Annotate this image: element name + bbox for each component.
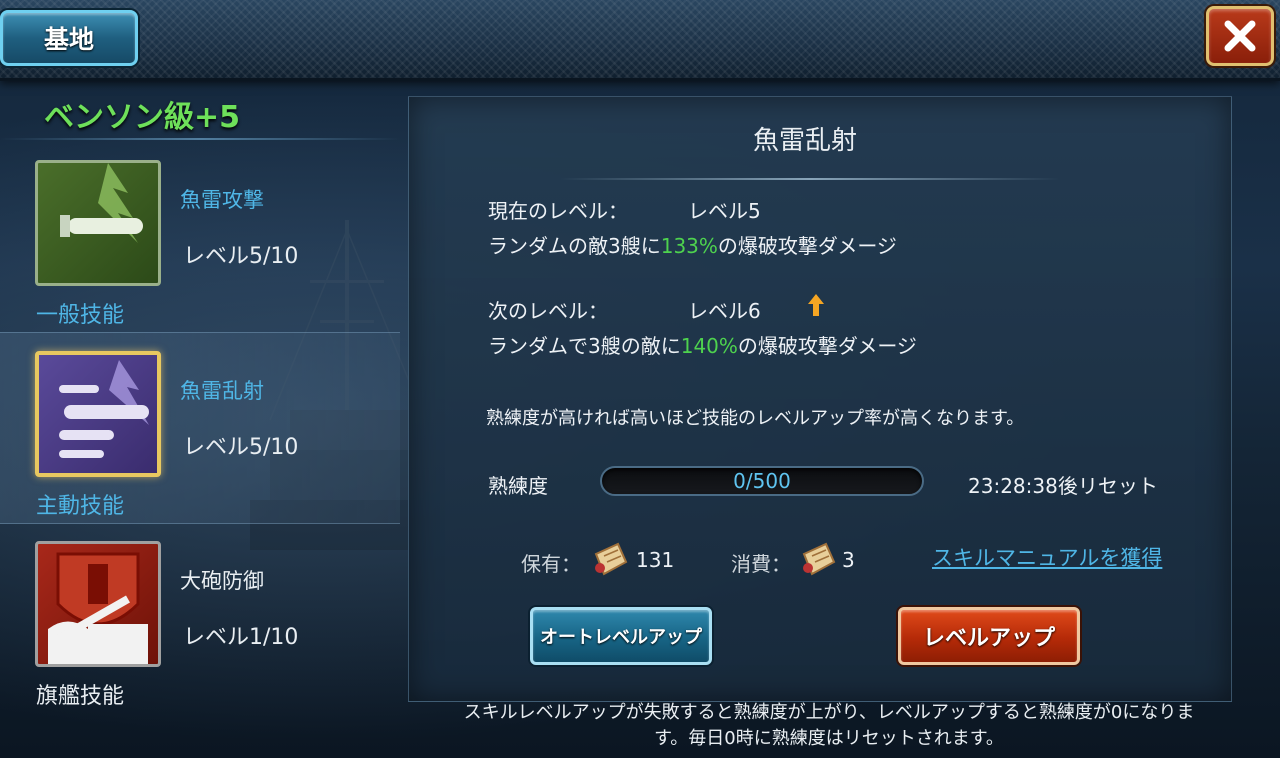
footer-note: スキルレベルアップが失敗すると熟練度が上がり、レベルアップすると熟練度が0になり… [400,700,1258,752]
skill-level: レベル1/10 [183,625,299,650]
skill-category: 旗艦技能 [36,684,125,709]
scroll-icon [594,542,628,576]
skill-name: 魚雷乱射 [180,379,264,403]
proficiency-value: 0/500 [733,469,791,493]
top-bar [0,0,1280,81]
skill-row-torpedo-attack[interactable]: 魚雷攻撃 レベル5/10 一般技能 [0,160,400,350]
levelup-button[interactable]: レベルアップ [898,607,1080,665]
title-divider [560,178,1060,180]
reset-timer: 23:28:38後リセット [968,474,1158,498]
cost-label: 消費： [731,552,791,576]
skill-row-cannon-defense[interactable]: 大砲防御 レベル1/10 旗艦技能 [0,541,400,731]
current-level-value: レベル5 [688,199,761,223]
proficiency-bar: 0/500 [600,466,924,496]
owned-label: 保有： [521,552,581,576]
current-level-label: 現在のレベル： [488,199,628,223]
next-level-label: 次のレベル： [488,299,608,323]
skill-category: 主動技能 [36,494,125,519]
scroll-icon [802,542,836,576]
base-button[interactable]: 基地 [0,10,138,66]
footer-note-line1: スキルレベルアップが失敗すると熟練度が上がり、レベルアップすると熟練度が0になり… [463,702,1195,723]
owned-count: 131 [636,548,675,572]
next-level-description: ランダムで3艘の敵に140%の爆破攻撃ダメージ [488,334,917,358]
proficiency-hint: 熟練度が高ければ高いほど技能のレベルアップ率が高くなります。 [486,408,1025,429]
skill-category: 一般技能 [36,303,125,328]
skill-level: レベル5/10 [183,435,299,460]
torpedo-salvo-icon [35,351,161,477]
skill-title: 魚雷乱射 [752,126,857,156]
close-icon [1224,20,1256,52]
close-button[interactable] [1206,6,1274,66]
cannon-defense-icon [35,541,161,667]
cost-count: 3 [842,548,855,572]
proficiency-label: 熟練度 [488,474,548,498]
torpedo-icon [35,160,161,286]
skill-row-torpedo-salvo[interactable]: 魚雷乱射 レベル5/10 主動技能 [0,332,400,524]
current-percent: 133% [660,234,718,258]
next-level-value: レベル6 [688,299,761,323]
skill-name: 魚雷攻撃 [180,188,264,212]
skill-name: 大砲防御 [180,569,264,593]
arrow-up-icon [808,294,824,316]
next-percent: 140% [680,334,738,358]
current-level-description: ランダムの敵3艘に133%の爆破攻撃ダメージ [488,234,897,258]
auto-levelup-button[interactable]: オートレベルアップ [530,607,712,665]
get-skill-manual-link[interactable]: スキルマニュアルを獲得 [932,542,1162,572]
footer-note-line2: す。毎日0時に熟練度はリセットされます。 [654,728,1004,749]
skill-level: レベル5/10 [183,244,299,269]
